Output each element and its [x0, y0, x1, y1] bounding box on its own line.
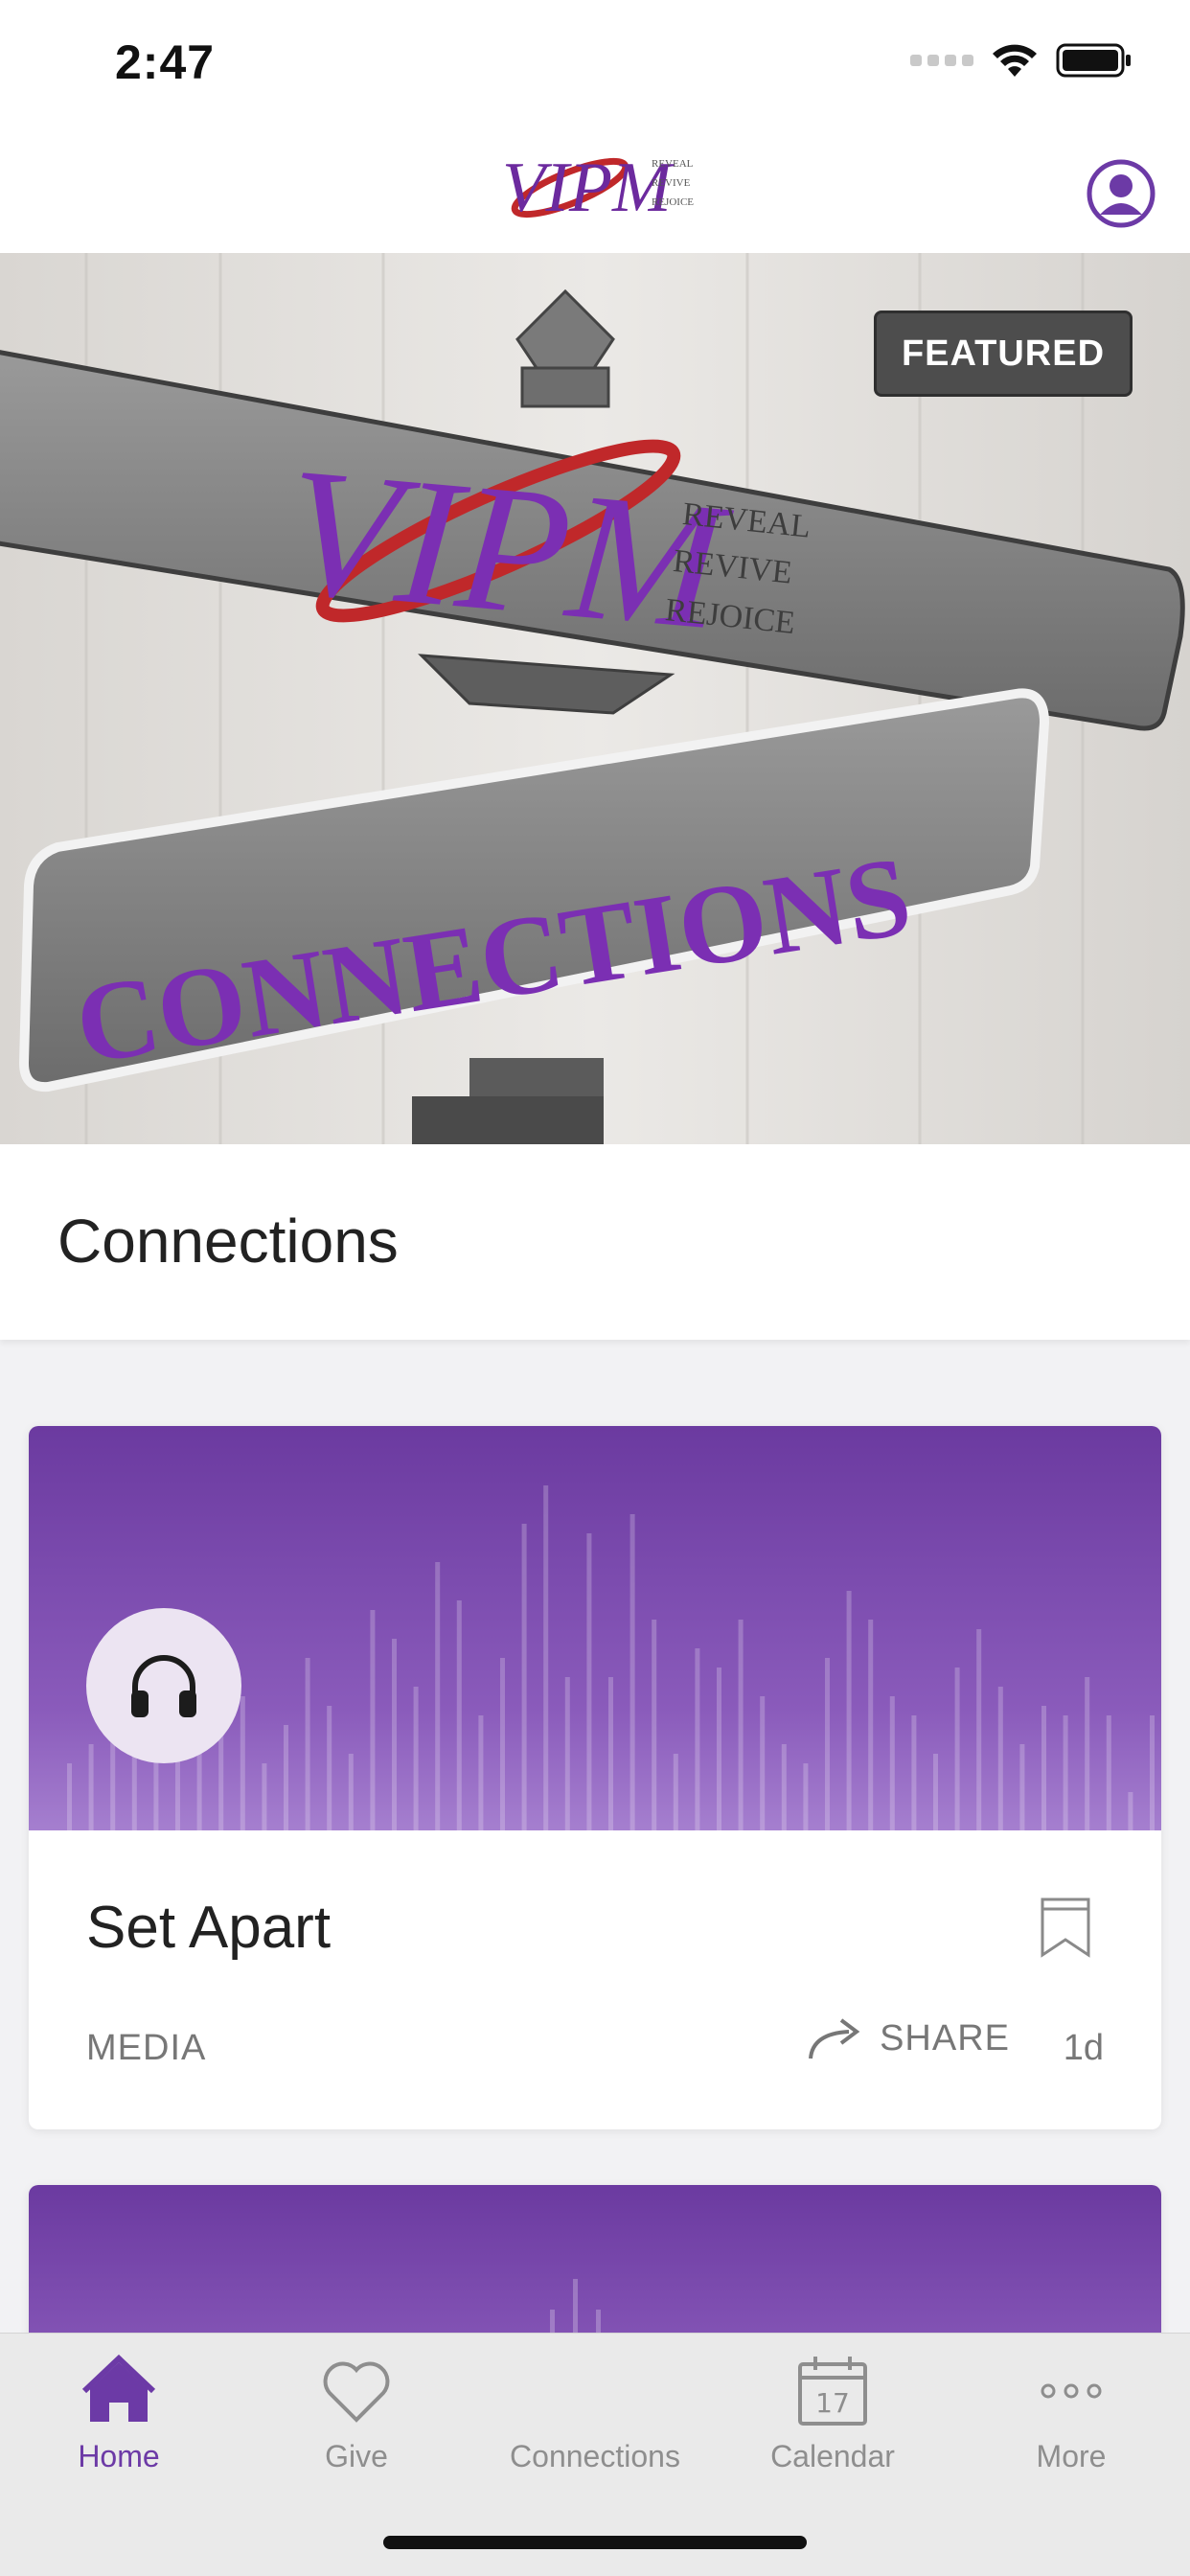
cellular-signal-icon: [910, 55, 973, 66]
bookmark-button[interactable]: [1039, 1896, 1092, 1959]
featured-banner[interactable]: VIPM REVEAL REVIVE REJOICE CONNECTIONS F…: [0, 253, 1190, 1144]
card-title: Set Apart: [86, 1895, 332, 1961]
connections-icon: [557, 2353, 633, 2429]
share-icon: [809, 2018, 860, 2059]
tab-label: Connections: [510, 2439, 680, 2473]
status-bar: 2:47: [0, 0, 1190, 125]
card-age: 1d: [1063, 2028, 1104, 2068]
featured-title-bar[interactable]: Connections: [0, 1144, 1190, 1340]
app-logo[interactable]: VIPM REVEAL REVIVE REJOICE: [498, 138, 699, 234]
share-label: SHARE: [880, 2017, 1010, 2058]
headphones-icon: [131, 1655, 196, 1717]
home-icon: [81, 2354, 156, 2422]
more-icon: [1041, 2383, 1102, 2399]
svg-text:VIPM: VIPM: [279, 430, 738, 670]
card-hero: [29, 1426, 1161, 1830]
app-header: VIPM REVEAL REVIVE REJOICE: [0, 125, 1190, 253]
home-indicator: [383, 2536, 807, 2549]
card-type: MEDIA: [86, 2028, 207, 2068]
heart-icon: [323, 2361, 390, 2423]
tab-more[interactable]: More: [952, 2353, 1190, 2496]
logo-text: VIPM: [502, 149, 675, 227]
svg-text:REVEAL: REVEAL: [652, 158, 694, 170]
tab-connections[interactable]: Connections: [476, 2353, 714, 2496]
share-button[interactable]: SHARE: [807, 2016, 1010, 2060]
media-card[interactable]: Set Apart MEDIA SHARE 1d: [29, 1426, 1161, 2129]
headphones-badge: [86, 1608, 241, 1763]
svg-text:REVIVE: REVIVE: [652, 177, 691, 189]
tab-calendar[interactable]: 17 Calendar: [714, 2353, 951, 2496]
status-time: 2:47: [115, 35, 216, 89]
status-icons: [910, 42, 1133, 79]
tab-label: Calendar: [770, 2439, 895, 2473]
tab-home[interactable]: Home: [0, 2353, 238, 2496]
tab-label: Give: [325, 2439, 388, 2473]
wifi-icon: [993, 44, 1037, 77]
calendar-icon: 17: [798, 2357, 867, 2426]
tab-label: More: [1036, 2439, 1107, 2473]
tab-label: Home: [78, 2439, 160, 2473]
svg-text:REJOICE: REJOICE: [652, 196, 694, 208]
profile-button[interactable]: [1087, 159, 1156, 228]
profile-icon: [1087, 159, 1156, 228]
tab-give[interactable]: Give: [238, 2353, 475, 2496]
svg-text:17: 17: [815, 2387, 850, 2419]
battery-icon: [1056, 43, 1131, 78]
bookmark-icon: [1041, 1898, 1090, 1958]
featured-badge: FEATURED: [874, 310, 1133, 397]
featured-title: Connections: [57, 1207, 399, 1276]
